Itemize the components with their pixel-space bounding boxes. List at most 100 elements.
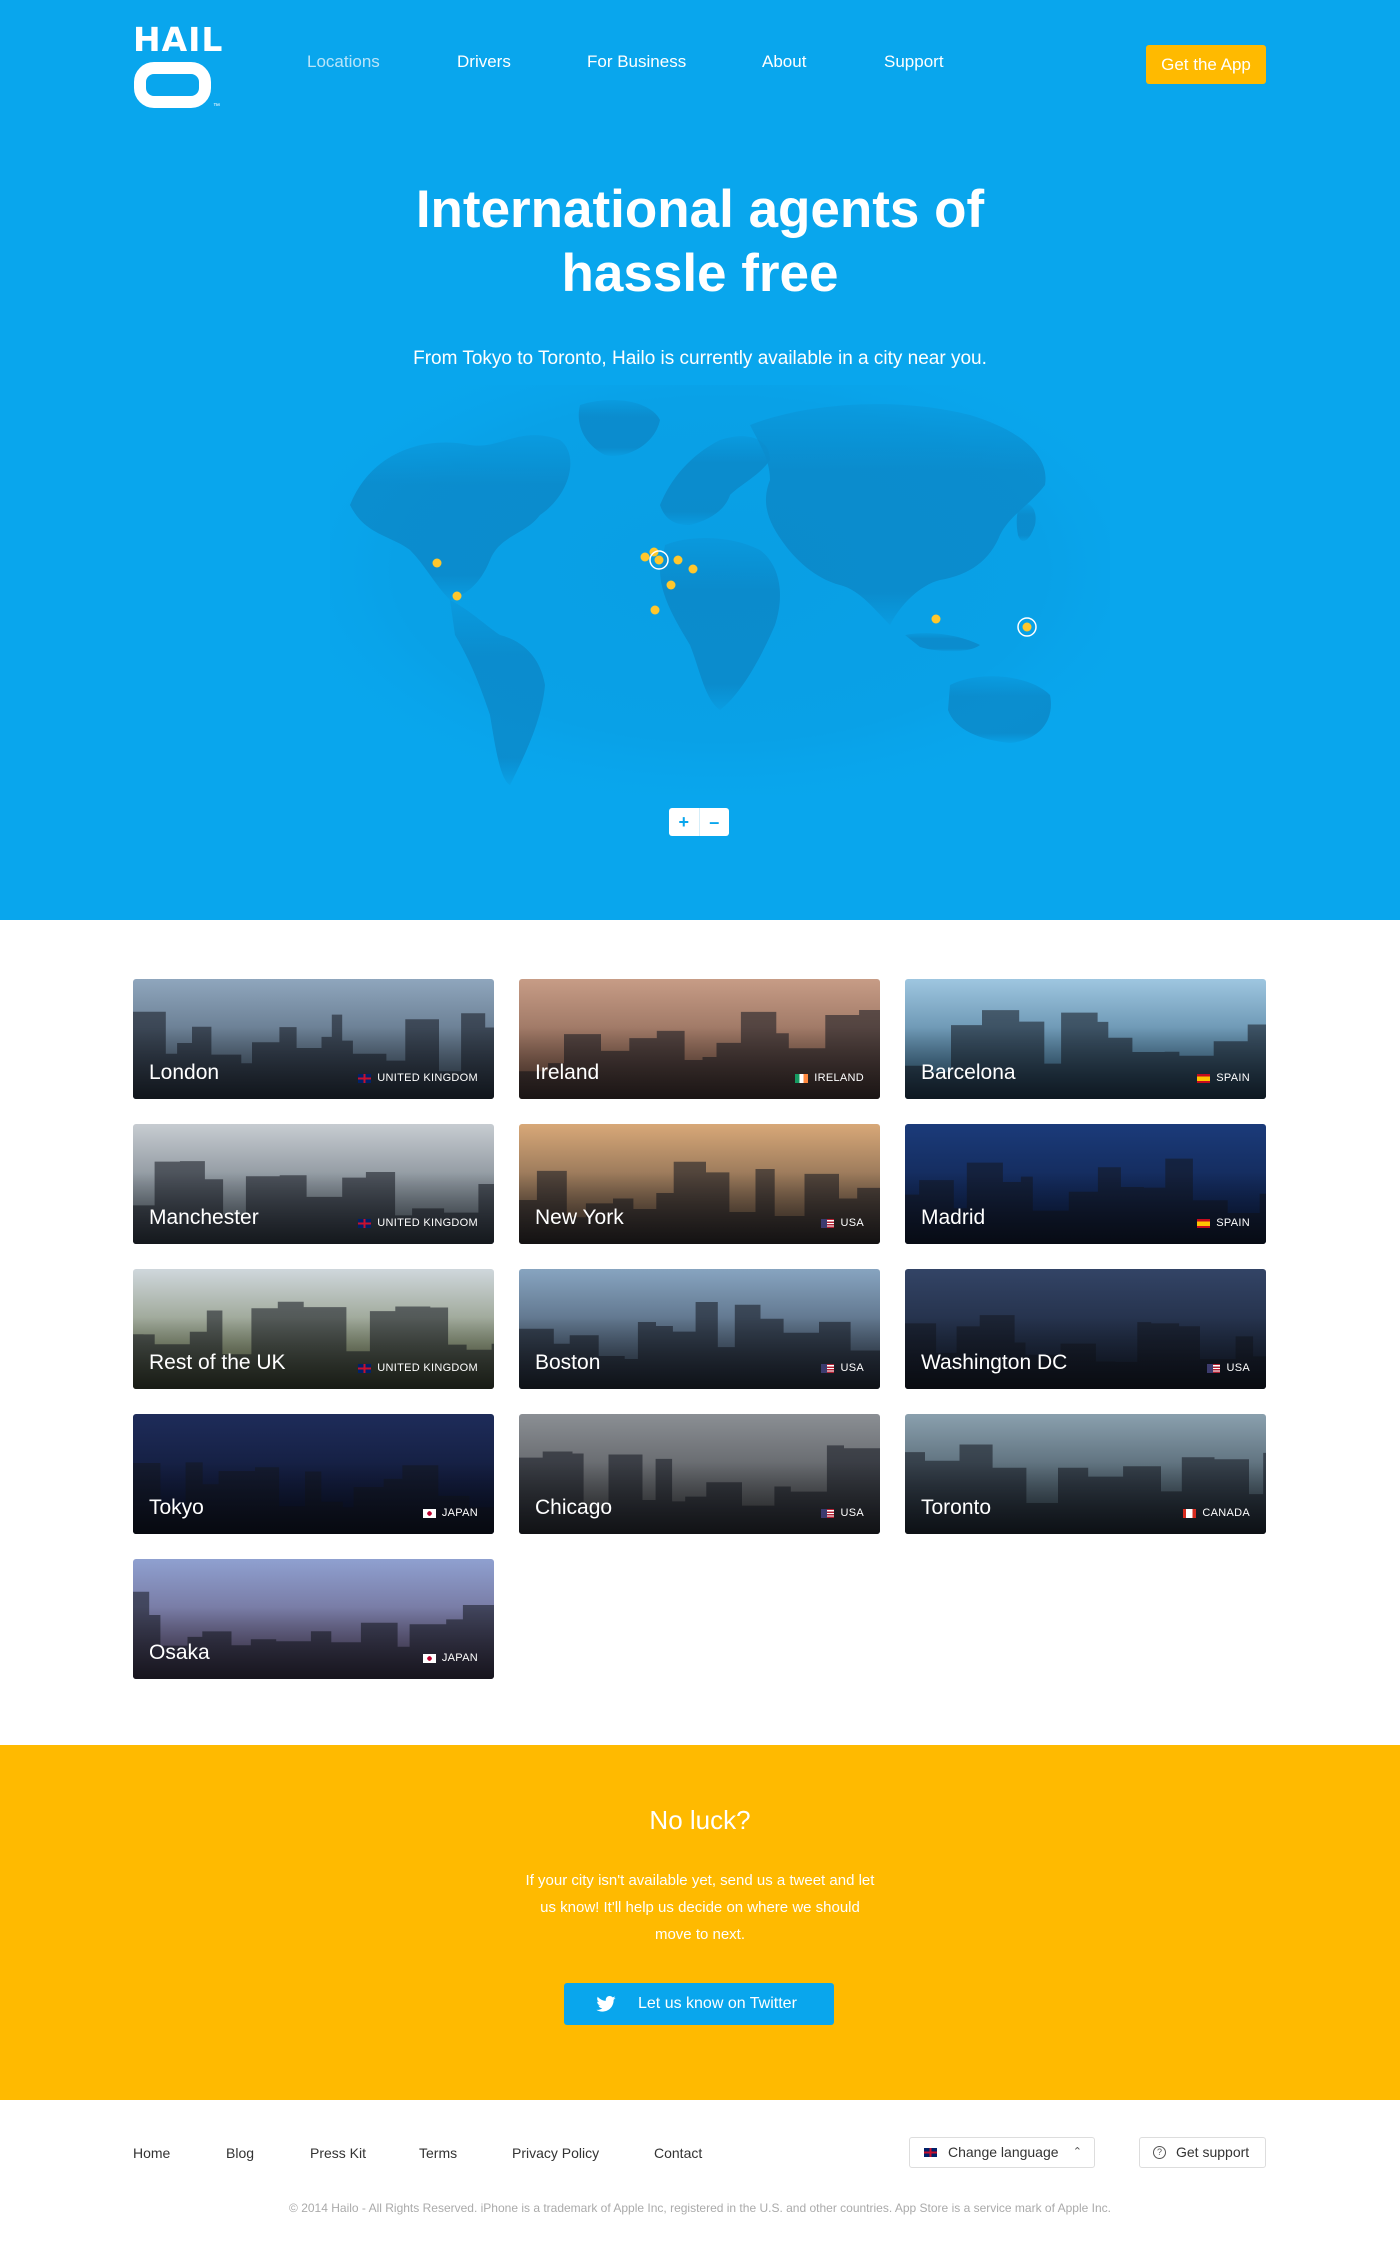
city-card-toronto[interactable]: Toronto CANADA [905, 1414, 1266, 1534]
uk-flag-icon [358, 1363, 372, 1373]
country-label: CANADA [1183, 1507, 1250, 1519]
uk-flag-icon [358, 1218, 372, 1228]
city-pin[interactable] [673, 555, 683, 565]
get-the-app-button[interactable]: Get the App [1146, 45, 1266, 84]
footer-link-home[interactable]: Home [133, 2145, 170, 2161]
nav-drivers[interactable]: Drivers [457, 52, 511, 72]
logo-o-ring [134, 62, 211, 108]
city-pin[interactable] [931, 614, 941, 624]
country-label: USA [821, 1362, 864, 1374]
us-flag-icon [1207, 1363, 1221, 1373]
country-name: USA [840, 1362, 864, 1374]
city-name: Tokyo [149, 1496, 204, 1519]
twitter-button[interactable]: Let us know on Twitter [564, 1983, 834, 2025]
city-card-madrid[interactable]: Madrid SPAIN [905, 1124, 1266, 1244]
country-label: UNITED KINGDOM [358, 1362, 478, 1374]
city-pin[interactable] [640, 552, 650, 562]
city-grid: London UNITED KINGDOM Ireland IRELAND Barcel… [133, 979, 1267, 1679]
country-label: USA [1207, 1362, 1250, 1374]
city-name: Osaka [149, 1641, 210, 1664]
city-pin[interactable] [654, 555, 664, 565]
country-label: USA [821, 1507, 864, 1519]
footer-link-terms[interactable]: Terms [419, 2145, 457, 2161]
city-card-london[interactable]: London UNITED KINGDOM [133, 979, 494, 1099]
jp-flag-icon [422, 1508, 436, 1518]
city-pin[interactable] [452, 591, 462, 601]
city-name: Boston [535, 1351, 601, 1374]
city-pin[interactable] [650, 605, 660, 615]
footer-link-privacy[interactable]: Privacy Policy [512, 2145, 599, 2161]
city-name: Chicago [535, 1496, 613, 1519]
city-pin[interactable] [666, 580, 676, 590]
city-name: Ireland [535, 1061, 600, 1084]
logo-trademark: ™ [213, 103, 220, 110]
footer-link-press-kit[interactable]: Press Kit [310, 2145, 366, 2161]
twitter-button-label: Let us know on Twitter [638, 1995, 797, 2012]
country-label: IRELAND [795, 1072, 864, 1084]
city-card-barcelona[interactable]: Barcelona SPAIN [905, 979, 1266, 1099]
city-name: Rest of the UK [149, 1351, 286, 1374]
es-flag-icon [1197, 1218, 1211, 1228]
chevron-up-icon: ⌃ [1072, 2146, 1082, 2158]
hero-subtitle: From Tokyo to Toronto, Hailo is currentl… [413, 348, 987, 369]
zoom-out-button[interactable]: – [698, 808, 730, 836]
city-card-manchester[interactable]: Manchester UNITED KINGDOM [133, 1124, 494, 1244]
city-card-osaka[interactable]: Osaka JAPAN [133, 1559, 494, 1679]
city-pin[interactable] [688, 564, 698, 574]
get-support-button[interactable]: ? Get support [1139, 2137, 1266, 2168]
world-map[interactable] [330, 385, 1110, 795]
us-flag-icon [821, 1218, 835, 1228]
hailo-logo[interactable]: HAIL ™ [133, 22, 222, 114]
city-card-new-york[interactable]: New York USA [519, 1124, 880, 1244]
country-label: SPAIN [1197, 1072, 1250, 1084]
city-name: Manchester [149, 1206, 259, 1229]
country-label: USA [821, 1217, 864, 1229]
country-name: USA [1226, 1362, 1250, 1374]
hero-title-line1: International agents of [415, 180, 985, 239]
es-flag-icon [1197, 1073, 1211, 1083]
country-label: JAPAN [422, 1652, 478, 1664]
hero-title-line2: hassle free [561, 244, 839, 303]
footer-link-contact[interactable]: Contact [654, 2145, 702, 2161]
change-language-button[interactable]: Change language ⌃ [909, 2137, 1095, 2168]
city-pin[interactable] [432, 558, 442, 568]
country-name: USA [840, 1507, 864, 1519]
ca-flag-icon [1183, 1508, 1197, 1518]
city-card-chicago[interactable]: Chicago USA [519, 1414, 880, 1534]
country-name: USA [840, 1217, 864, 1229]
country-label: JAPAN [422, 1507, 478, 1519]
city-name: Toronto [921, 1496, 992, 1519]
no-luck-text: If your city isn't available yet, send u… [525, 1872, 875, 1943]
country-label: SPAIN [1197, 1217, 1250, 1229]
city-pin[interactable] [1022, 622, 1032, 632]
jp-flag-icon [422, 1653, 436, 1663]
country-name: UNITED KINGDOM [377, 1217, 478, 1229]
country-name: JAPAN [441, 1652, 478, 1664]
change-language-label: Change language [948, 2144, 1059, 2160]
country-name: SPAIN [1216, 1217, 1250, 1229]
country-name: IRELAND [814, 1072, 864, 1084]
country-name: JAPAN [441, 1507, 478, 1519]
uk-flag-icon [358, 1073, 372, 1083]
city-card-boston[interactable]: Boston USA [519, 1269, 880, 1389]
country-name: CANADA [1202, 1507, 1250, 1519]
footer-link-blog[interactable]: Blog [226, 2145, 254, 2161]
city-name: Washington DC [921, 1351, 1068, 1374]
no-luck-section: No luck? If your city isn't available ye… [0, 1745, 1400, 2100]
city-name: Madrid [921, 1206, 986, 1229]
city-name: New York [535, 1206, 624, 1229]
nav-support[interactable]: Support [884, 52, 944, 72]
hero-title: International agents of hassle free [300, 178, 1100, 306]
zoom-in-button[interactable]: + [669, 808, 699, 836]
city-card-ireland[interactable]: Ireland IRELAND [519, 979, 880, 1099]
city-card-tokyo[interactable]: Tokyo JAPAN [133, 1414, 494, 1534]
nav-for-business[interactable]: For Business [587, 52, 686, 72]
nav-about[interactable]: About [762, 52, 806, 72]
nav-locations[interactable]: Locations [307, 52, 380, 72]
city-card-washington-dc[interactable]: Washington DC USA [905, 1269, 1266, 1389]
us-flag-icon [821, 1363, 835, 1373]
copyright-text: © 2014 Hailo - All Rights Reserved. iPho… [289, 2201, 1111, 2215]
city-card-rest-of-the-uk[interactable]: Rest of the UK UNITED KINGDOM [133, 1269, 494, 1389]
get-support-label: Get support [1176, 2144, 1250, 2160]
twitter-icon [596, 1996, 616, 2012]
